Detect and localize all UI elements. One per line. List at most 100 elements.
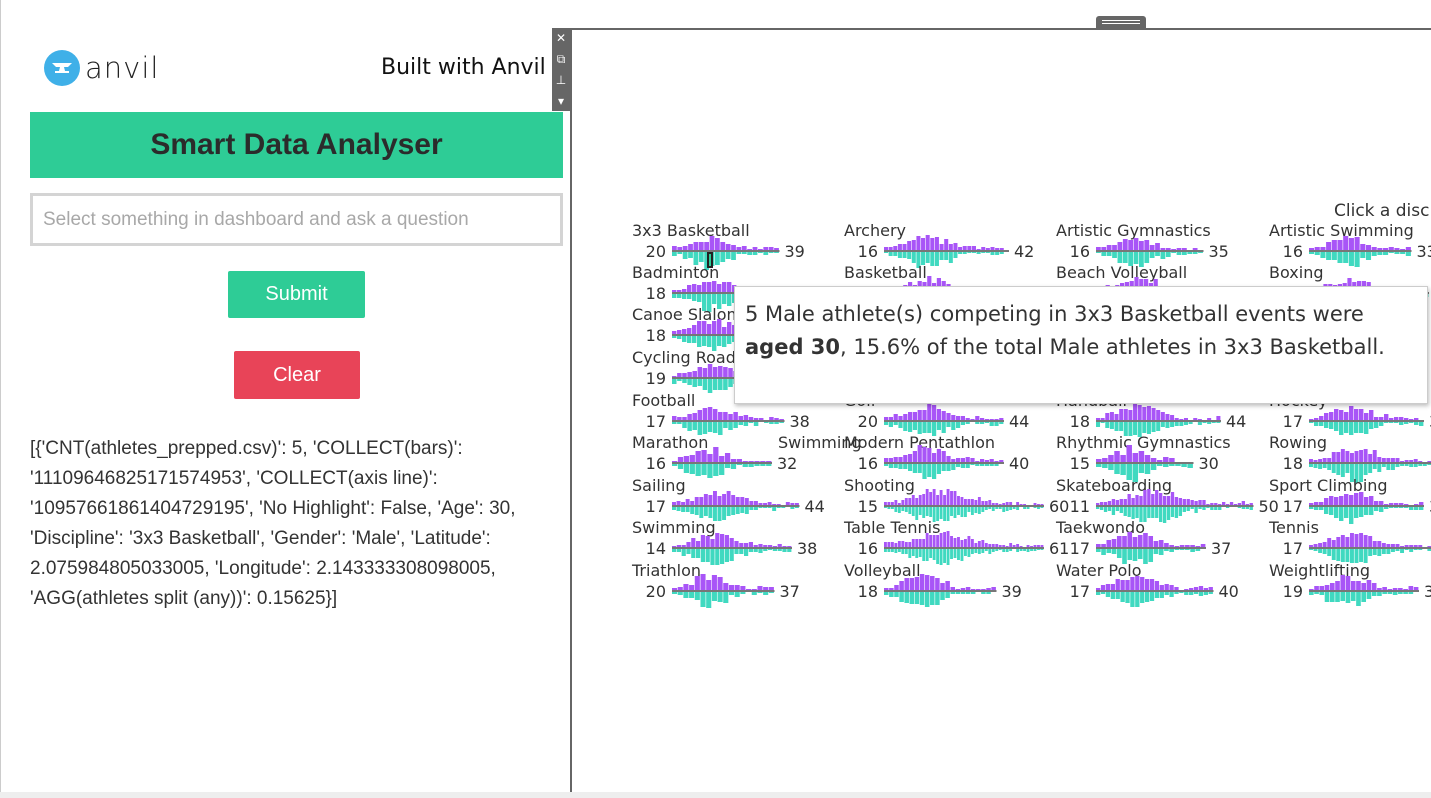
- female-bar[interactable]: [1320, 247, 1326, 250]
- female-bar[interactable]: [742, 461, 748, 462]
- female-bar[interactable]: [1419, 502, 1424, 505]
- female-bar[interactable]: [705, 536, 710, 547]
- male-bar[interactable]: [768, 592, 774, 593]
- male-bar[interactable]: [998, 507, 1002, 509]
- female-bar[interactable]: [1002, 545, 1006, 547]
- female-bar[interactable]: [1309, 545, 1313, 547]
- male-bar[interactable]: [967, 252, 972, 253]
- female-bar[interactable]: [1153, 541, 1159, 547]
- male-bar[interactable]: [962, 252, 967, 254]
- male-bar[interactable]: [999, 422, 1004, 424]
- female-bar[interactable]: [960, 497, 964, 505]
- female-bar[interactable]: [758, 544, 763, 547]
- female-bar[interactable]: [1122, 536, 1127, 547]
- female-bar[interactable]: [1372, 541, 1377, 547]
- female-bar[interactable]: [1340, 449, 1345, 462]
- female-bar[interactable]: [1184, 589, 1189, 590]
- female-bar[interactable]: [772, 546, 777, 547]
- male-bar[interactable]: [977, 549, 981, 554]
- male-bar[interactable]: [884, 252, 889, 253]
- male-bar[interactable]: [902, 252, 907, 258]
- female-bar[interactable]: [687, 285, 692, 292]
- female-bar[interactable]: [794, 503, 799, 505]
- male-bar[interactable]: [730, 464, 737, 469]
- female-bar[interactable]: [690, 501, 695, 505]
- female-bar[interactable]: [1190, 500, 1194, 505]
- male-bar[interactable]: [790, 507, 795, 509]
- female-bar[interactable]: [767, 502, 772, 505]
- female-bar[interactable]: [1194, 501, 1198, 505]
- female-bar[interactable]: [683, 584, 689, 590]
- male-bar[interactable]: [918, 507, 922, 515]
- male-bar[interactable]: [909, 592, 915, 604]
- discipline-chart[interactable]: Swimming 14 38: [632, 518, 842, 565]
- female-bar[interactable]: [727, 282, 732, 292]
- male-bar[interactable]: [677, 336, 682, 339]
- female-bar[interactable]: [731, 495, 736, 505]
- female-bar[interactable]: [950, 536, 953, 547]
- female-bar[interactable]: [682, 417, 687, 420]
- male-bar[interactable]: [989, 464, 994, 466]
- male-bar[interactable]: [1331, 549, 1336, 560]
- female-bar[interactable]: [1318, 543, 1323, 547]
- female-bar[interactable]: [884, 458, 889, 462]
- male-bar[interactable]: [733, 422, 738, 428]
- female-bar[interactable]: [1331, 452, 1336, 462]
- male-bar[interactable]: [672, 507, 676, 510]
- male-bar[interactable]: [768, 252, 774, 253]
- female-bar[interactable]: [748, 542, 753, 547]
- female-bar[interactable]: [1207, 418, 1212, 420]
- male-bar[interactable]: [1381, 549, 1386, 554]
- male-bar[interactable]: [734, 592, 740, 597]
- male-bar[interactable]: [967, 507, 971, 512]
- female-bar[interactable]: [1193, 418, 1198, 420]
- female-bar[interactable]: [918, 539, 922, 547]
- male-bar[interactable]: [712, 422, 718, 433]
- female-bar[interactable]: [1404, 460, 1409, 462]
- female-bar[interactable]: [1363, 449, 1368, 462]
- male-bar[interactable]: [727, 336, 732, 344]
- male-bar[interactable]: [1187, 252, 1193, 254]
- female-bar[interactable]: [970, 419, 975, 420]
- female-bar[interactable]: [917, 410, 922, 420]
- male-bar[interactable]: [676, 507, 681, 511]
- female-bar[interactable]: [1374, 501, 1379, 505]
- female-bar[interactable]: [1369, 410, 1374, 420]
- male-bar[interactable]: [1130, 592, 1135, 607]
- female-bar[interactable]: [768, 247, 774, 250]
- male-bar[interactable]: [1377, 464, 1382, 472]
- male-bar[interactable]: [1392, 592, 1398, 595]
- male-bar[interactable]: [994, 464, 999, 466]
- female-bar[interactable]: [899, 581, 904, 590]
- female-bar[interactable]: [753, 418, 759, 420]
- male-bar[interactable]: [893, 252, 898, 256]
- female-bar[interactable]: [1125, 580, 1130, 590]
- male-bar[interactable]: [1314, 592, 1319, 594]
- female-bar[interactable]: [1386, 458, 1391, 462]
- female-bar[interactable]: [1233, 504, 1238, 505]
- female-bar[interactable]: [1185, 545, 1190, 547]
- male-bar[interactable]: [946, 422, 951, 427]
- female-bar[interactable]: [1182, 248, 1187, 250]
- female-bar[interactable]: [1012, 545, 1016, 547]
- female-bar[interactable]: [1413, 587, 1419, 590]
- female-bar[interactable]: [890, 542, 894, 547]
- popout-icon[interactable]: ⧉: [557, 53, 566, 65]
- male-bar[interactable]: [991, 507, 995, 511]
- male-bar[interactable]: [1241, 507, 1246, 509]
- female-bar[interactable]: [999, 460, 1004, 462]
- female-bar[interactable]: [722, 327, 727, 334]
- female-bar[interactable]: [917, 445, 922, 462]
- male-bar[interactable]: [899, 592, 904, 602]
- male-bar[interactable]: [1179, 549, 1185, 550]
- male-bar[interactable]: [735, 507, 740, 514]
- male-bar[interactable]: [904, 592, 909, 603]
- female-bar[interactable]: [729, 538, 734, 547]
- female-bar[interactable]: [1427, 461, 1431, 462]
- female-bar[interactable]: [1216, 416, 1221, 420]
- female-bar[interactable]: [1364, 497, 1369, 505]
- male-bar[interactable]: [1366, 592, 1372, 599]
- female-bar[interactable]: [903, 414, 908, 420]
- female-bar[interactable]: [1381, 458, 1386, 462]
- female-bar[interactable]: [723, 583, 729, 590]
